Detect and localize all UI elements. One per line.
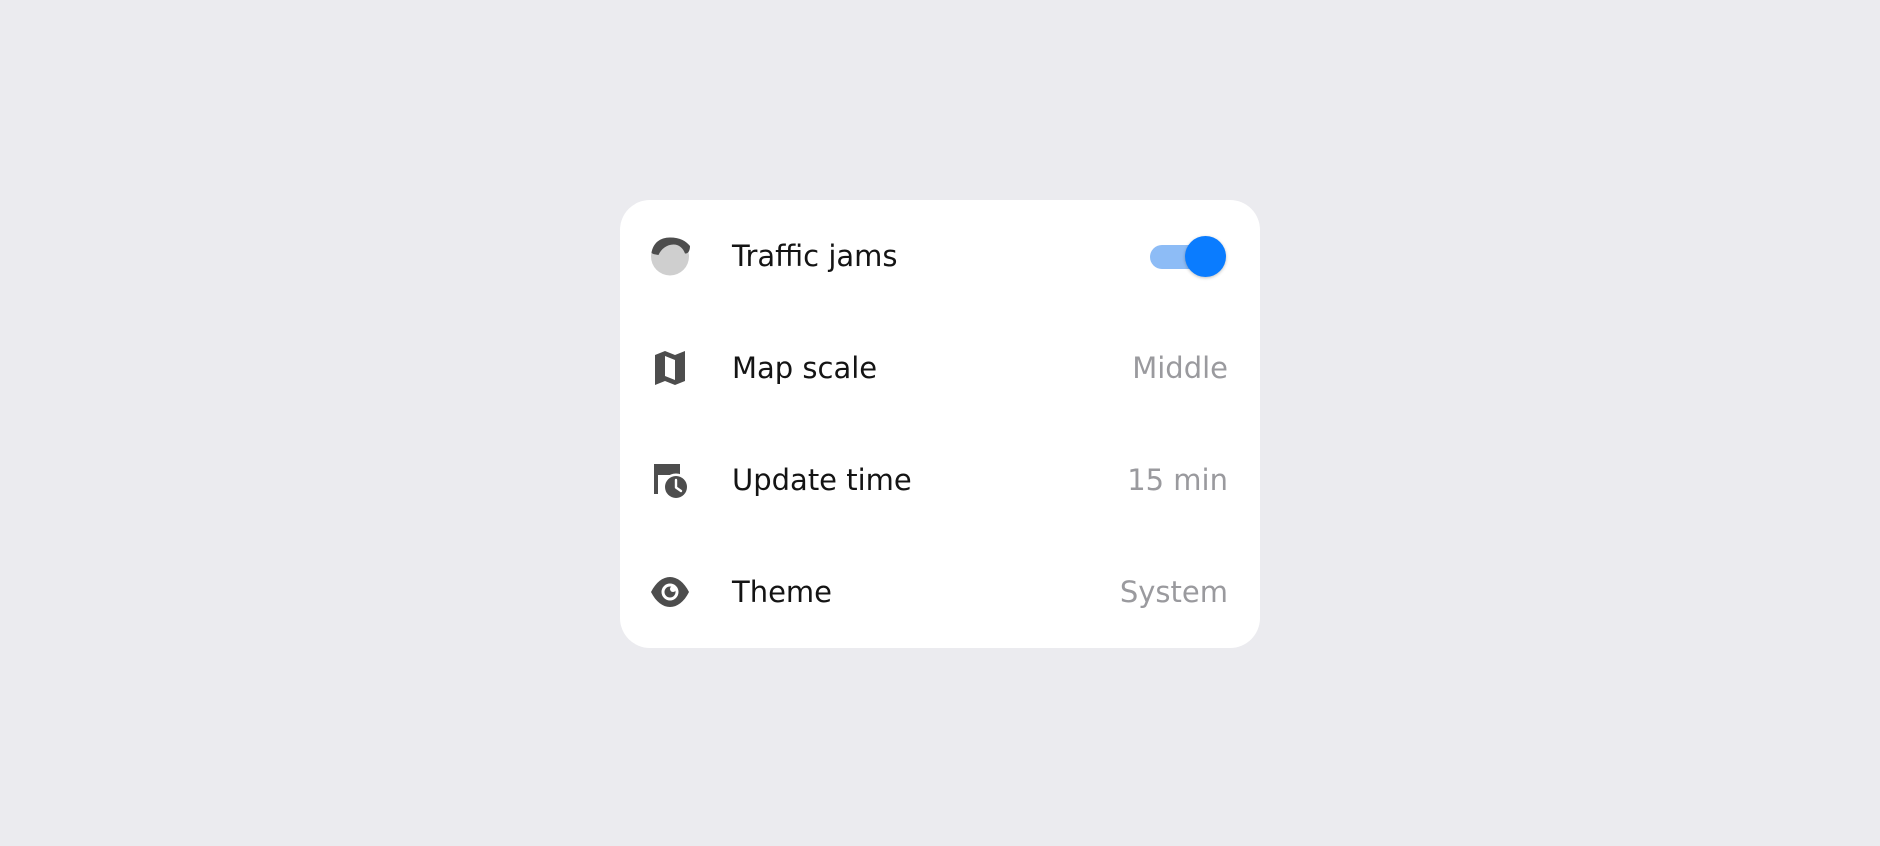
settings-row-theme[interactable]: Theme System [620,536,1260,648]
map-scale-value: Middle [1132,351,1228,385]
traffic-jams-toggle[interactable] [1150,236,1228,277]
settings-row-traffic-jams[interactable]: Traffic jams [620,200,1260,312]
map-icon [650,348,690,388]
toggle-knob [1185,236,1226,277]
settings-row-update-time[interactable]: Update time 15 min [620,424,1260,536]
update-time-label: Update time [732,463,912,497]
theme-label: Theme [732,575,833,609]
settings-row-map-scale[interactable]: Map scale Middle [620,312,1260,424]
traffic-jams-label: Traffic jams [732,239,898,273]
eye-icon [650,572,690,612]
update-time-value: 15 min [1127,463,1228,497]
clock-icon [650,460,690,500]
settings-card: Traffic jams Map scale Middle Update tim… [620,200,1260,648]
theme-value: System [1119,575,1228,609]
map-scale-label: Map scale [732,351,878,385]
traffic-icon [650,236,690,276]
